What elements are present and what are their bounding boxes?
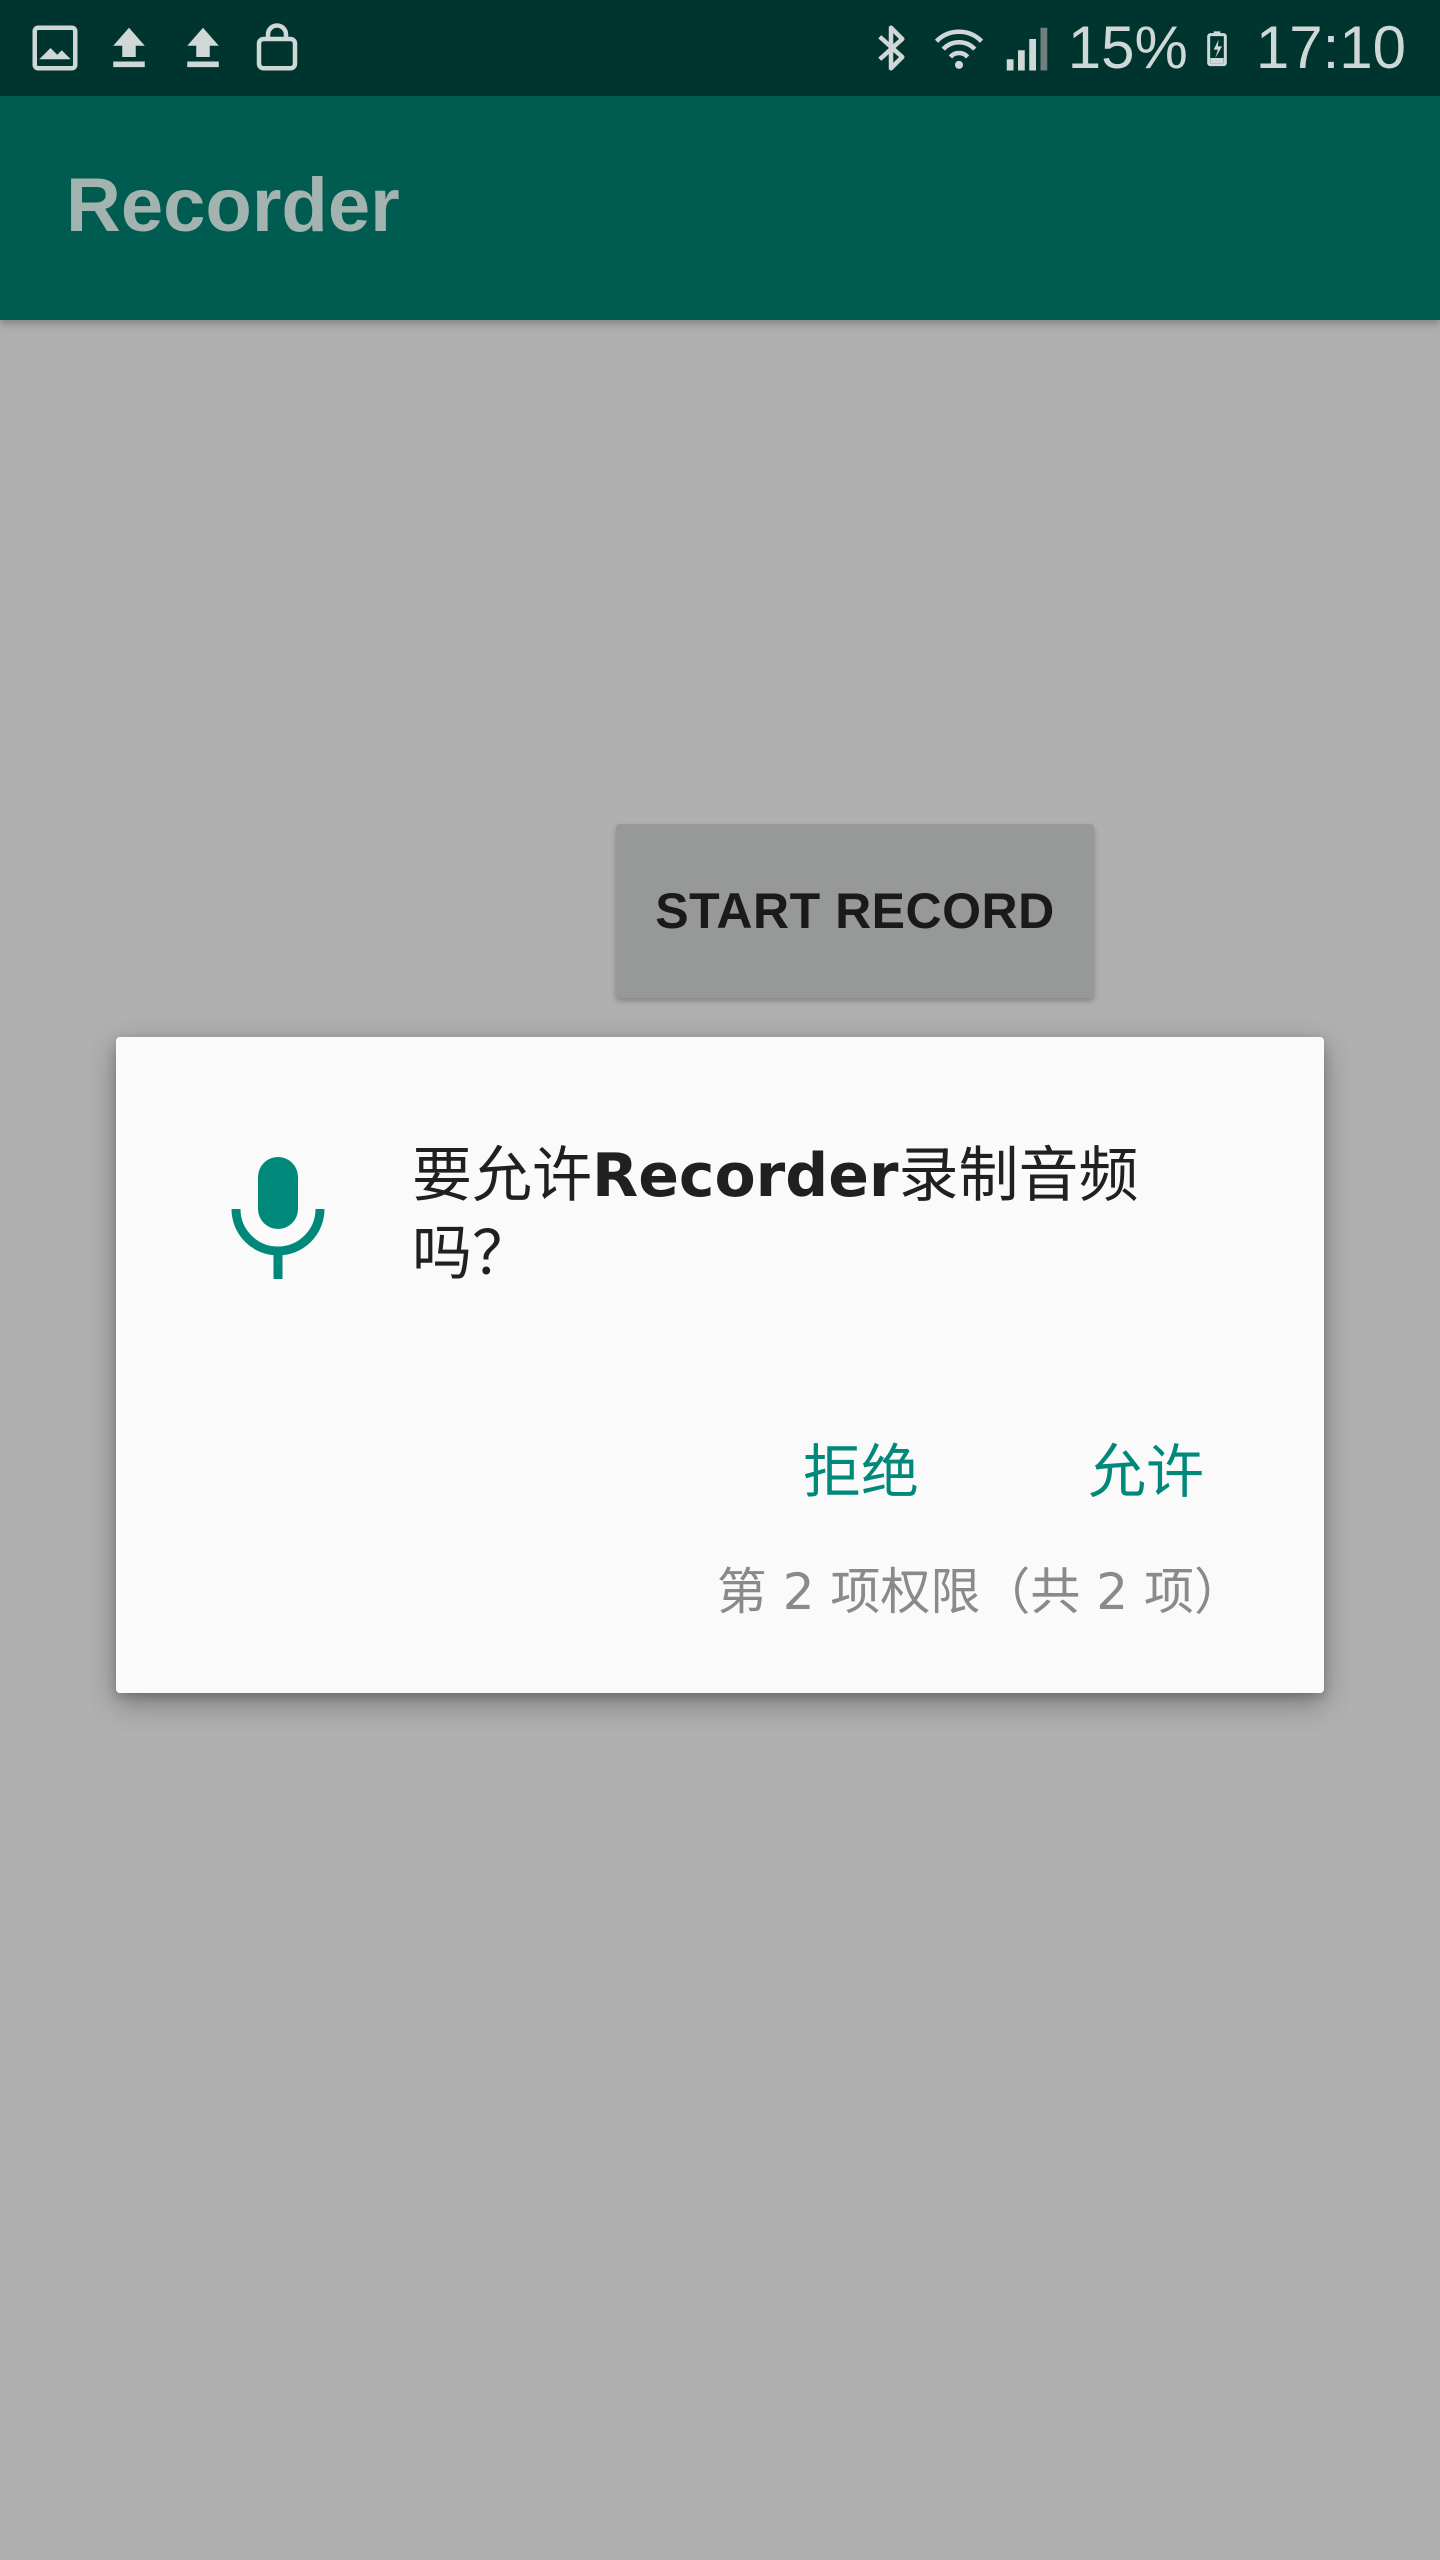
- app-bar: Recorder: [0, 96, 1440, 320]
- app-title: Recorder: [66, 163, 400, 248]
- message-prefix: 要允许: [412, 1141, 592, 1211]
- start-record-button[interactable]: START RECORD: [616, 824, 1094, 998]
- wifi-icon: [934, 29, 983, 69]
- upload-icon: [187, 27, 219, 68]
- message-app-name: Recorder: [592, 1141, 899, 1211]
- status-system-icons: 15% 17:10: [864, 12, 1406, 84]
- permission-counter: 第 2 项权限（共 2 项）: [716, 1563, 1244, 1621]
- microphone-icon: [231, 1157, 325, 1279]
- dialog-message: 要允许Recorder录制音频吗？: [412, 1137, 1172, 1293]
- signal-icon: [1006, 27, 1047, 71]
- allow-button[interactable]: 允许: [1036, 1417, 1256, 1517]
- battery-percentage: 15%: [1067, 14, 1188, 81]
- clock: 17:10: [1255, 14, 1406, 81]
- deny-button[interactable]: 拒绝: [756, 1417, 966, 1517]
- status-bar: 15% 17:10: [0, 0, 1440, 96]
- battery-charging-icon: [1207, 31, 1227, 67]
- permission-dialog: 要允许Recorder录制音频吗？ 拒绝 允许 第 2 项权限（共 2 项）: [116, 1037, 1324, 1693]
- upload-icon: [113, 27, 145, 68]
- gallery-icon: [32, 25, 78, 71]
- shopping-bag-icon: [256, 23, 298, 71]
- bluetooth-icon: [877, 25, 905, 71]
- status-notification-icons: [28, 18, 304, 78]
